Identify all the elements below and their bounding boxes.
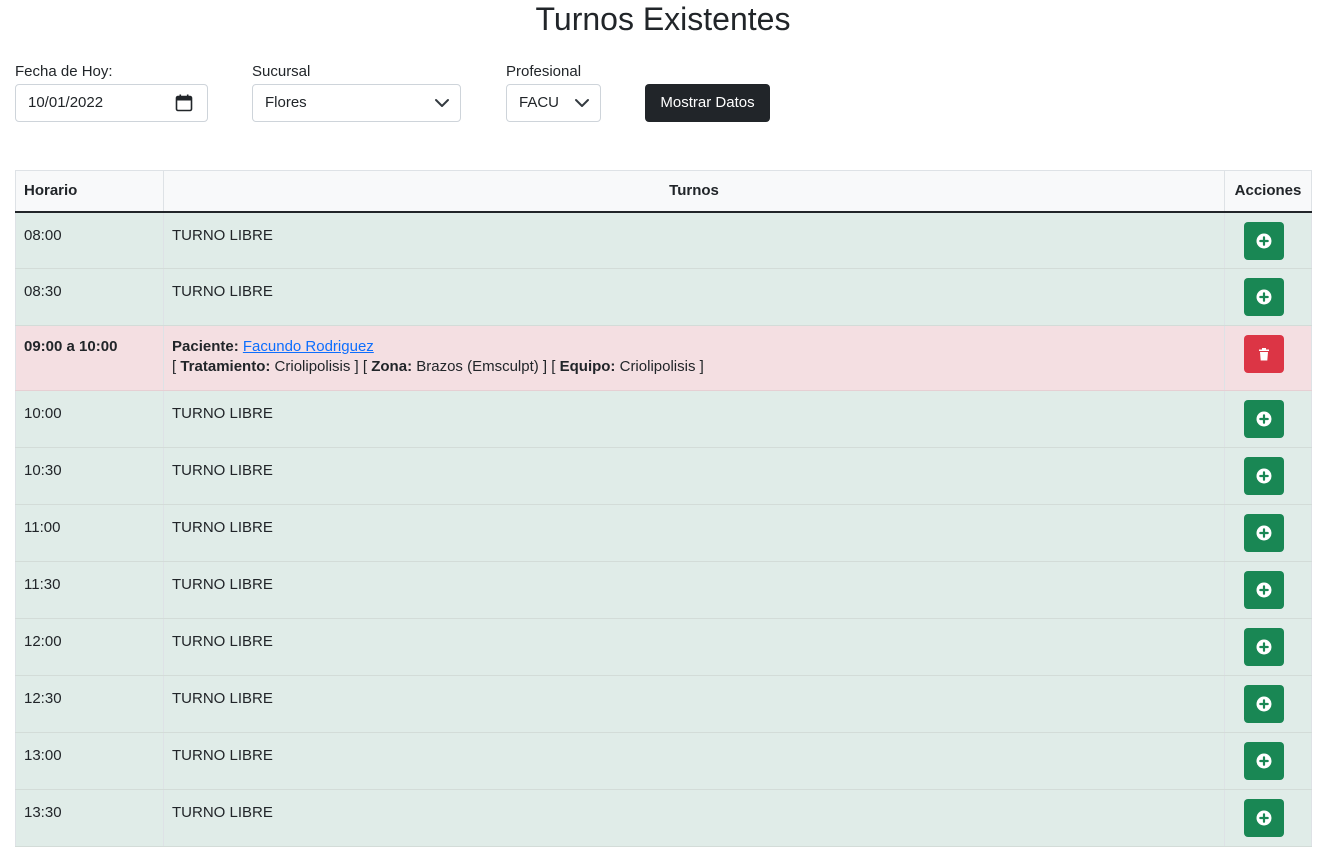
add-appointment-button[interactable] <box>1244 799 1284 837</box>
table-row: 08:30 TURNO LIBRE <box>15 268 1312 326</box>
treatment-value: Criolipolisis <box>274 358 351 375</box>
plus-circle-icon <box>1256 753 1272 769</box>
row-time: 12:00 <box>15 618 164 676</box>
table-row: 10:00 TURNO LIBRE <box>15 390 1312 448</box>
row-time: 12:30 <box>15 675 164 733</box>
calendar-icon[interactable] <box>175 94 193 112</box>
row-status: TURNO LIBRE <box>163 675 1225 733</box>
row-actions <box>1224 618 1312 676</box>
appointment-details: Paciente: Facundo Rodriguez [ Tratamient… <box>163 325 1225 391</box>
professional-label: Profesional <box>506 63 582 80</box>
add-appointment-button[interactable] <box>1244 628 1284 666</box>
table-row: 12:30 TURNO LIBRE <box>15 675 1312 733</box>
table-row-booked: 09:00 a 10:00 Paciente: Facundo Rodrigue… <box>15 325 1312 391</box>
row-status: TURNO LIBRE <box>163 211 1225 269</box>
table-row: 12:00 TURNO LIBRE <box>15 618 1312 676</box>
table-row: 08:00 TURNO LIBRE <box>15 211 1312 269</box>
chevron-down-icon <box>575 99 589 107</box>
row-actions <box>1224 447 1312 505</box>
row-actions <box>1224 211 1312 269</box>
patient-link[interactable]: Facundo Rodriguez <box>243 338 374 355</box>
header-time: Horario <box>15 170 164 213</box>
header-actions: Acciones <box>1224 170 1312 213</box>
row-status: TURNO LIBRE <box>163 789 1225 847</box>
row-status: TURNO LIBRE <box>163 447 1225 505</box>
plus-circle-icon <box>1256 411 1272 427</box>
date-value: 10/01/2022 <box>28 94 104 111</box>
table-header-row: Horario Turnos Acciones <box>15 170 1312 213</box>
table-row: 13:00 TURNO LIBRE <box>15 732 1312 790</box>
plus-circle-icon <box>1256 810 1272 826</box>
branch-filter: Sucursal Flores <box>252 62 461 122</box>
header-slots: Turnos <box>163 170 1225 213</box>
row-actions <box>1224 504 1312 562</box>
date-input[interactable]: 10/01/2022 <box>15 84 208 122</box>
row-status: TURNO LIBRE <box>163 268 1225 326</box>
plus-circle-icon <box>1256 639 1272 655</box>
row-time: 11:30 <box>15 561 164 619</box>
add-appointment-button[interactable] <box>1244 400 1284 438</box>
professional-value: FACU <box>519 94 560 111</box>
row-time: 08:30 <box>15 268 164 326</box>
row-status: TURNO LIBRE <box>163 618 1225 676</box>
patient-label: Paciente: <box>172 338 239 355</box>
add-appointment-button[interactable] <box>1244 685 1284 723</box>
row-status: TURNO LIBRE <box>163 390 1225 448</box>
row-actions <box>1224 325 1312 391</box>
plus-circle-icon <box>1256 525 1272 541</box>
table-row: 11:30 TURNO LIBRE <box>15 561 1312 619</box>
date-filter: Fecha de Hoy: 10/01/2022 <box>15 62 208 122</box>
zone-label: Zona: <box>371 358 413 375</box>
row-time: 10:00 <box>15 390 164 448</box>
row-time: 13:00 <box>15 732 164 790</box>
table-row: 11:00 TURNO LIBRE <box>15 504 1312 562</box>
row-time: 11:00 <box>15 504 164 562</box>
row-time: 13:30 <box>15 789 164 847</box>
row-actions <box>1224 390 1312 448</box>
treatment-line: [ Tratamiento: Criolipolisis ] [ Zona: B… <box>172 358 704 375</box>
delete-appointment-button[interactable] <box>1244 335 1284 373</box>
plus-circle-icon <box>1256 233 1272 248</box>
row-actions <box>1224 268 1312 326</box>
row-time: 09:00 a 10:00 <box>15 325 164 391</box>
row-actions <box>1224 789 1312 847</box>
row-actions <box>1224 732 1312 790</box>
row-time: 08:00 <box>15 211 164 269</box>
add-appointment-button[interactable] <box>1244 457 1284 495</box>
row-status: TURNO LIBRE <box>163 504 1225 562</box>
add-appointment-button[interactable] <box>1244 514 1284 552</box>
treatment-label: Tratamiento: <box>180 358 271 375</box>
trash-icon <box>1259 348 1269 361</box>
date-label: Fecha de Hoy: <box>15 63 113 80</box>
show-data-button[interactable]: Mostrar Datos <box>645 84 770 122</box>
professional-select[interactable]: FACU <box>506 84 601 122</box>
appointments-table-wrapper: Horario Turnos Acciones 08:00 TURNO LIBR… <box>15 170 1312 847</box>
page-title: Turnos Existentes <box>535 1 791 37</box>
plus-circle-icon <box>1256 582 1272 598</box>
table-row: 10:30 TURNO LIBRE <box>15 447 1312 505</box>
row-actions <box>1224 675 1312 733</box>
patient-line: Paciente: Facundo Rodriguez <box>172 337 1216 357</box>
row-time: 10:30 <box>15 447 164 505</box>
add-appointment-button[interactable] <box>1244 278 1284 316</box>
professional-filter: Profesional FACU <box>506 62 601 122</box>
branch-select[interactable]: Flores <box>252 84 461 122</box>
zone-value: Brazos (Emsculpt) <box>416 358 539 375</box>
plus-circle-icon <box>1256 289 1272 305</box>
chevron-down-icon <box>435 99 449 107</box>
equipment-value: Criolipolisis <box>619 358 696 375</box>
row-status: TURNO LIBRE <box>163 561 1225 619</box>
branch-label: Sucursal <box>252 63 311 80</box>
row-status: TURNO LIBRE <box>163 732 1225 790</box>
appointments-table: Horario Turnos Acciones 08:00 TURNO LIBR… <box>15 170 1312 847</box>
add-appointment-button[interactable] <box>1244 221 1284 260</box>
add-appointment-button[interactable] <box>1244 571 1284 609</box>
plus-circle-icon <box>1256 696 1272 712</box>
equipment-label: Equipo: <box>559 358 616 375</box>
table-row: 13:30 TURNO LIBRE <box>15 789 1312 847</box>
branch-value: Flores <box>265 94 307 111</box>
add-appointment-button[interactable] <box>1244 742 1284 780</box>
row-actions <box>1224 561 1312 619</box>
plus-circle-icon <box>1256 468 1272 484</box>
